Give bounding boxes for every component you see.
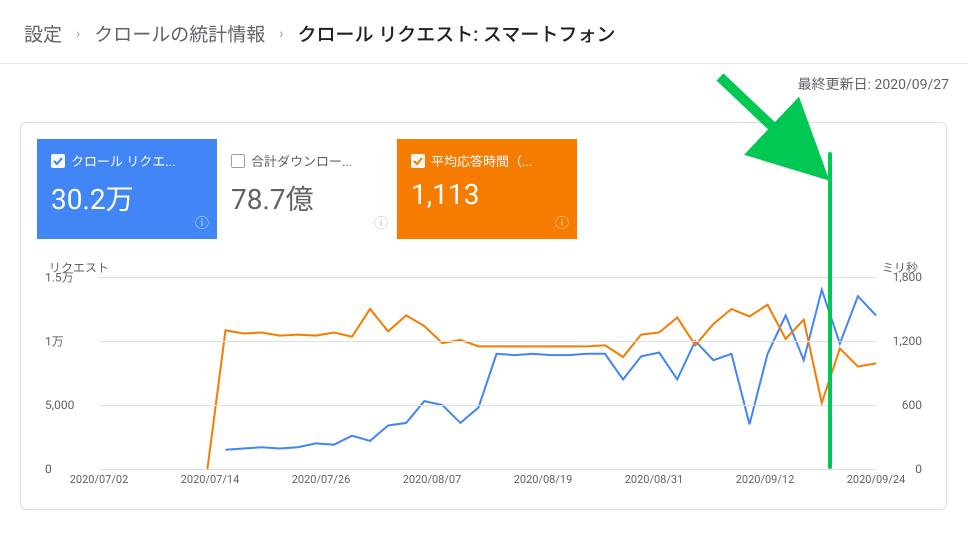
metric-label: クロール リクエ... [71, 151, 176, 170]
series-line [225, 290, 876, 450]
annotation-arrow-icon [710, 67, 850, 187]
x-axis: 2020/07/022020/07/142020/07/262020/08/07… [99, 473, 876, 493]
checkbox-unchecked-icon [231, 154, 245, 168]
breadcrumb-item-settings[interactable]: 設定 [24, 20, 62, 47]
y-tick-right: 1,800 [893, 270, 922, 284]
breadcrumb-item-crawl-stats[interactable]: クロールの統計情報 [94, 20, 265, 47]
metric-label: 平均応答時間（... [431, 151, 532, 170]
breadcrumb: 設定 › クロールの統計情報 › クロール リクエスト: スマートフォン [0, 0, 967, 64]
help-icon[interactable]: ⓘ [374, 213, 388, 233]
y-tick-left: 0 [45, 462, 52, 476]
y-tick-left: 5,000 [45, 398, 74, 412]
chevron-right-icon: › [76, 26, 80, 42]
x-tick: 2020/09/12 [736, 473, 795, 486]
line-series [99, 277, 876, 469]
y-tick-left: 1万 [45, 333, 64, 350]
y-tick-right: 600 [902, 398, 922, 412]
metric-avg-response[interactable]: 平均応答時間（... 1,113 ⓘ [397, 139, 577, 239]
checkbox-checked-icon [411, 154, 425, 168]
x-tick: 2020/09/24 [847, 473, 906, 486]
metric-value: 1,113 [411, 178, 563, 211]
last-updated-value: 2020/09/27 [875, 77, 950, 93]
y-tick-right: 0 [915, 462, 922, 476]
metric-value: 78.7億 [231, 178, 382, 218]
plot-area [99, 277, 876, 469]
x-tick: 2020/08/07 [403, 473, 462, 486]
x-tick: 2020/07/26 [292, 473, 351, 486]
x-tick: 2020/08/31 [625, 473, 684, 486]
chart: リクエスト ミリ秒 1.5万1万5,0000 1,8001,2006000 20… [45, 263, 922, 493]
x-tick: 2020/07/14 [181, 473, 240, 486]
x-tick: 2020/07/02 [70, 473, 129, 486]
checkbox-checked-icon [51, 154, 65, 168]
y-tick-left: 1.5万 [45, 269, 74, 286]
metric-download-size[interactable]: 合計ダウンロー... 78.7億 ⓘ [217, 139, 397, 239]
annotation-marker [828, 152, 832, 469]
help-icon[interactable]: ⓘ [555, 213, 569, 233]
metric-value: 30.2万 [51, 178, 203, 218]
x-tick: 2020/08/19 [514, 473, 573, 486]
help-icon[interactable]: ⓘ [195, 213, 209, 233]
metric-crawl-requests[interactable]: クロール リクエ... 30.2万 ⓘ [37, 139, 217, 239]
y-tick-right: 1,200 [893, 334, 922, 348]
chevron-right-icon: › [279, 26, 283, 42]
breadcrumb-item-current: クロール リクエスト: スマートフォン [297, 20, 615, 47]
metric-label: 合計ダウンロー... [251, 151, 352, 170]
